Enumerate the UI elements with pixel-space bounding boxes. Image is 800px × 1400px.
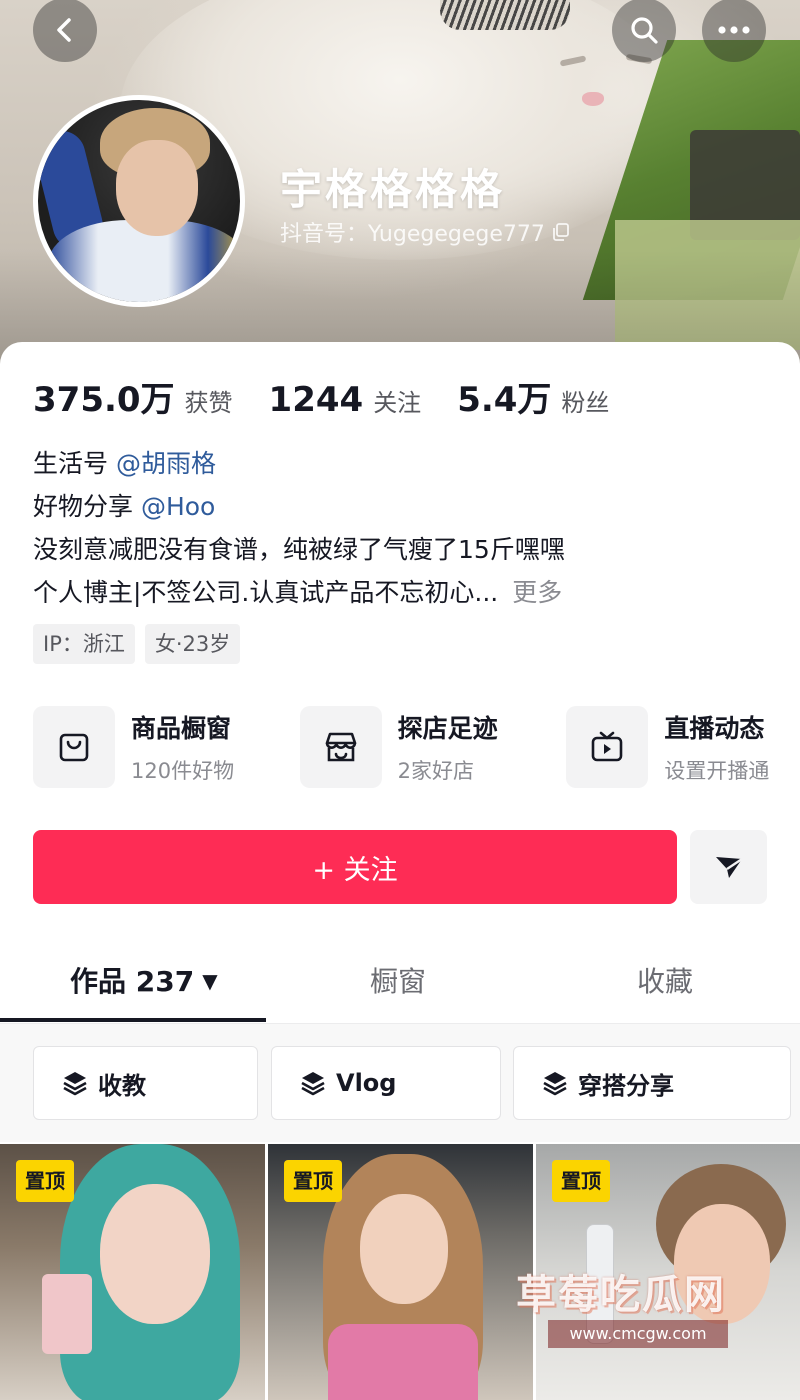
stat-value: 375.0万 (33, 380, 175, 420)
thumb-figure-top (328, 1324, 478, 1400)
feature-subtitle: 2家好店 (397, 759, 475, 783)
banner-brush (440, 0, 570, 30)
collection-label: 收教 (98, 1071, 146, 1100)
thumb-figure-face (360, 1194, 448, 1304)
more-button[interactable] (702, 0, 766, 62)
feature-entries: 商品橱窗 120件好物 探店足迹 2家好店 直播动态 设置开播通 (33, 706, 800, 788)
collection-chips: 收教 Vlog 穿搭分享 (0, 1024, 800, 1142)
thumb-product (42, 1274, 92, 1354)
stat-value: 1244 (268, 380, 364, 420)
caret-down-icon: ▼ (202, 969, 218, 993)
share-button[interactable] (690, 830, 767, 904)
copy-icon[interactable] (551, 222, 571, 242)
feature-subtitle: 设置开播通 (664, 759, 770, 783)
bio-mention-link[interactable]: @Hoo (141, 492, 215, 521)
active-tab-indicator (0, 1018, 266, 1022)
banner-cat-nose (582, 92, 604, 106)
pinned-badge: 置顶 (552, 1160, 610, 1202)
douyin-id-row[interactable]: 抖音号：Yugegegege777 (280, 216, 571, 248)
watermark-title: 草莓吃瓜网 (516, 1272, 726, 1318)
gender-age-tag: 女·23岁 (144, 624, 241, 664)
tv-icon (592, 731, 623, 762)
profile-banner: 宇格格格格 抖音号：Yugegegege777 (0, 0, 800, 380)
video-thumbnail[interactable]: 置顶 (268, 1144, 533, 1400)
profile-card: 375.0万 获赞 1244 关注 5.4万 粉丝 生活号 @胡雨格 好物分享 … (0, 342, 800, 1400)
tab-works[interactable]: 作品 237 ▼ (70, 960, 218, 1000)
store-icon (325, 732, 356, 762)
back-button[interactable] (33, 0, 97, 62)
bag-icon (59, 733, 89, 762)
bio-text: 好物分享 (33, 492, 141, 521)
feature-text: 探店足迹 2家好店 (398, 709, 498, 785)
ip-location-tag: IP：浙江 (33, 624, 135, 664)
feature-title: 商品橱窗 (131, 714, 232, 743)
feature-icon-box (33, 706, 115, 788)
feature-subtitle: 120件好物 (131, 759, 235, 783)
feature-icon-box (299, 706, 382, 788)
bio-line: 生活号 @胡雨格 (33, 442, 565, 485)
layers-icon (301, 1072, 325, 1096)
watermark-url: www.cmcgw.com (548, 1320, 728, 1348)
follow-button-label: + 关注 (312, 854, 398, 886)
feature-title: 探店足迹 (397, 714, 498, 743)
bio-mention-link[interactable]: @胡雨格 (116, 449, 216, 478)
stat-label: 获赞 (184, 389, 233, 417)
video-thumbnail[interactable]: 置顶 (0, 1144, 265, 1400)
feature-title: 直播动态 (664, 714, 765, 743)
bio-text: 生活号 (33, 449, 116, 478)
feature-text: 直播动态 设置开播通 (664, 709, 769, 785)
bio-text: 个人博主|不签公司.认真试产品不忘初心... (33, 578, 499, 607)
collection-chip[interactable]: Vlog (271, 1046, 501, 1120)
nickname: 宇格格格格 (280, 165, 506, 214)
stat-followers[interactable]: 5.4万 粉丝 (457, 372, 609, 421)
bio-line: 个人博主|不签公司.认真试产品不忘初心... 更多 (33, 571, 565, 614)
bio-more-link[interactable]: 更多 (512, 578, 562, 607)
stat-following[interactable]: 1244 关注 (269, 380, 422, 420)
search-icon (631, 17, 658, 44)
more-dots-icon (718, 26, 750, 34)
layers-icon (543, 1072, 567, 1096)
send-icon (715, 857, 743, 878)
avatar[interactable] (33, 95, 245, 307)
tab-label: 作品 237 (70, 965, 195, 998)
stat-label: 粉丝 (561, 389, 610, 417)
stat-label: 关注 (373, 389, 422, 417)
profile-tags: IP：浙江 女·23岁 (33, 624, 241, 664)
douyin-id: 抖音号：Yugegegege777 (280, 222, 545, 247)
feature-store-visits[interactable]: 探店足迹 2家好店 (299, 706, 567, 788)
bio-line: 好物分享 @Hoo (33, 485, 565, 528)
bio: 生活号 @胡雨格 好物分享 @Hoo 没刻意减肥没有食谱，纯被绿了气瘦了15斤嘿… (33, 442, 565, 614)
pinned-badge: 置顶 (16, 1160, 74, 1202)
tab-shop-window[interactable]: 橱窗 (370, 960, 426, 1000)
feature-text: 商品橱窗 120件好物 (131, 709, 234, 785)
stat-likes[interactable]: 375.0万 获赞 (33, 372, 233, 421)
collection-chip[interactable]: 穿搭分享 (513, 1046, 791, 1120)
thumb-figure-face (100, 1184, 210, 1324)
feature-shop-window[interactable]: 商品橱窗 120件好物 (33, 706, 300, 788)
stat-value: 5.4万 (457, 380, 552, 420)
tab-favorites[interactable]: 收藏 (637, 960, 693, 1000)
search-button[interactable] (612, 0, 676, 62)
bio-line: 没刻意减肥没有食谱，纯被绿了气瘦了15斤嘿嘿 (33, 535, 565, 564)
avatar-face (116, 140, 198, 236)
pinned-badge: 置顶 (284, 1160, 342, 1202)
content-tabs: 作品 237 ▼ 橱窗 收藏 (0, 942, 800, 1024)
stats-row: 375.0万 获赞 1244 关注 5.4万 粉丝 (33, 372, 645, 421)
feature-live[interactable]: 直播动态 设置开播通 (566, 706, 800, 788)
follow-button[interactable]: + 关注 (33, 830, 677, 904)
layers-icon (63, 1072, 87, 1096)
collection-label: 穿搭分享 (578, 1071, 674, 1100)
collection-chip[interactable]: 收教 (33, 1046, 258, 1120)
feature-icon-box (566, 706, 649, 788)
chevron-left-icon (57, 18, 71, 42)
collection-label: Vlog (336, 1069, 397, 1097)
